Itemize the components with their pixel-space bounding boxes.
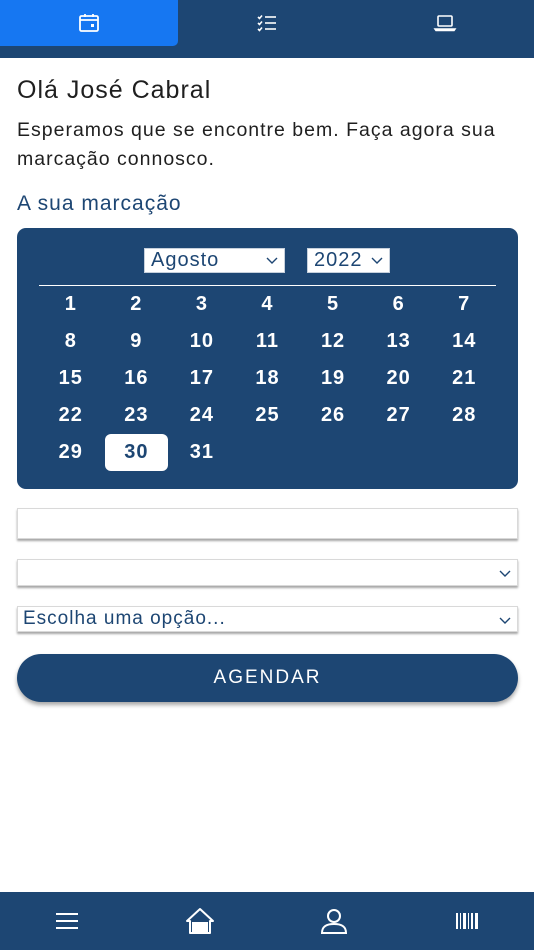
top-tab-bar — [0, 0, 534, 58]
nav-profile[interactable] — [267, 892, 401, 950]
home-icon — [186, 908, 215, 934]
year-value: 2022 — [314, 249, 363, 271]
calendar-day[interactable]: 9 — [104, 323, 170, 360]
calendar-day[interactable]: 21 — [431, 360, 497, 397]
chevron-down-icon — [499, 570, 511, 577]
calendar-day[interactable]: 24 — [169, 397, 235, 434]
schedule-button[interactable]: AGENDAR — [17, 654, 518, 702]
barcode-icon — [456, 913, 479, 929]
tab-calendar[interactable] — [0, 0, 178, 46]
calendar-day[interactable]: 29 — [38, 434, 104, 471]
option-select-value: Escolha uma opção... — [23, 608, 226, 629]
bottom-nav — [0, 892, 534, 950]
section-title: A sua marcação — [17, 192, 182, 215]
calendar: Agosto 2022 1 2 3 4 5 6 7 8 9 10 11 12 13 14 15 16 17 18 1… — [17, 228, 518, 489]
calendar-day[interactable]: 27 — [366, 397, 432, 434]
calendar-day[interactable]: 3 — [169, 286, 235, 323]
nav-menu[interactable] — [0, 892, 134, 950]
calendar-day[interactable]: 25 — [235, 397, 301, 434]
calendar-day[interactable]: 10 — [169, 323, 235, 360]
calendar-day[interactable]: 18 — [235, 360, 301, 397]
calendar-day[interactable]: 23 — [104, 397, 170, 434]
calendar-day[interactable]: 8 — [38, 323, 104, 360]
calendar-day[interactable]: 28 — [431, 397, 497, 434]
calendar-days: 1 2 3 4 5 6 7 8 9 10 11 12 13 14 15 16 17 18 19 20 21 22 23 24 2… — [38, 286, 497, 471]
laptop-icon — [433, 15, 457, 32]
calendar-day[interactable]: 30 — [104, 434, 169, 471]
calendar-day[interactable]: 13 — [366, 323, 432, 360]
calendar-day[interactable]: 2 — [104, 286, 170, 323]
tab-laptop[interactable] — [356, 0, 534, 46]
calendar-day[interactable]: 1 — [38, 286, 104, 323]
chevron-down-icon — [371, 257, 383, 264]
option-select[interactable]: Escolha uma opção... — [17, 606, 518, 632]
chevron-down-icon — [499, 617, 511, 624]
year-select[interactable]: 2022 — [307, 248, 390, 273]
calendar-day[interactable]: 26 — [300, 397, 366, 434]
nav-home[interactable] — [134, 892, 268, 950]
calendar-day[interactable]: 20 — [366, 360, 432, 397]
checklist-icon — [257, 14, 276, 32]
calendar-day[interactable]: 7 — [431, 286, 497, 323]
nav-barcode[interactable] — [401, 892, 534, 950]
greeting-title: Olá José Cabral — [17, 76, 212, 104]
text-input[interactable] — [17, 508, 518, 539]
month-select[interactable]: Agosto — [144, 248, 285, 273]
calendar-day[interactable]: 6 — [366, 286, 432, 323]
calendar-day[interactable]: 19 — [300, 360, 366, 397]
calendar-day[interactable]: 17 — [169, 360, 235, 397]
calendar-day[interactable]: 22 — [38, 397, 104, 434]
tab-checklist[interactable] — [178, 0, 356, 46]
calendar-day[interactable]: 15 — [38, 360, 104, 397]
calendar-day[interactable]: 4 — [235, 286, 301, 323]
service-select[interactable] — [17, 559, 518, 586]
menu-icon — [55, 913, 78, 929]
intro-text: Esperamos que se encontre bem. Faça agor… — [17, 119, 496, 170]
month-value: Agosto — [151, 249, 220, 271]
calendar-day[interactable]: 12 — [300, 323, 366, 360]
calendar-day[interactable]: 11 — [235, 323, 301, 360]
calendar-day[interactable]: 5 — [300, 286, 366, 323]
calendar-icon — [79, 14, 99, 32]
calendar-day[interactable]: 16 — [104, 360, 170, 397]
user-icon — [320, 909, 347, 934]
chevron-down-icon — [266, 257, 278, 264]
calendar-day[interactable]: 14 — [431, 323, 497, 360]
calendar-day[interactable]: 31 — [169, 434, 235, 471]
